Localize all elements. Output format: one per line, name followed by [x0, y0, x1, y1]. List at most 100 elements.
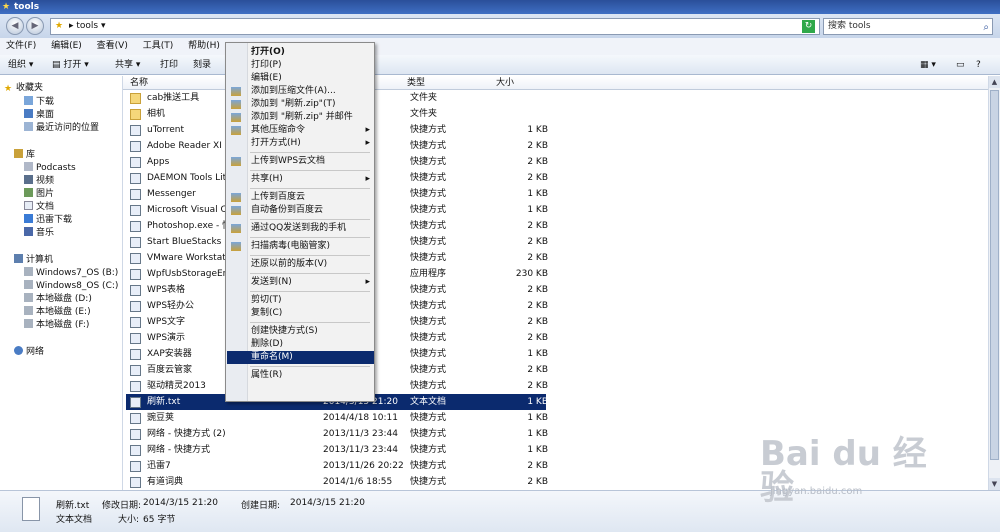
- burn-button[interactable]: 刻录: [193, 55, 211, 75]
- context-menu-item[interactable]: 自动备份到百度云: [227, 204, 374, 217]
- file-name: 豌豆荚: [147, 413, 175, 423]
- context-menu-item[interactable]: 扫描病毒(电脑管家): [227, 240, 374, 253]
- help-icon[interactable]: ?: [976, 55, 981, 75]
- file-date: 2014/1/6 18:55: [323, 477, 393, 487]
- context-menu-item[interactable]: 打开(O): [227, 46, 374, 59]
- file-size: 2 KB: [527, 285, 548, 295]
- file-icon: [130, 461, 141, 472]
- context-menu-item[interactable]: 添加到 "刷新.zip"(T): [227, 98, 374, 111]
- context-menu-item[interactable]: 发送到(N) ▸: [227, 276, 374, 289]
- file-type: 快捷方式: [410, 157, 447, 167]
- forward-button[interactable]: ▶: [26, 17, 44, 35]
- sidebar-item-drive-f[interactable]: 本地磁盘 (F:): [24, 319, 89, 332]
- search-input[interactable]: 搜索 tools ⌕: [823, 18, 993, 35]
- open-button[interactable]: ▤ 打开 ▾: [52, 55, 89, 75]
- sidebar-item-music[interactable]: 音乐: [24, 227, 54, 240]
- scroll-thumb[interactable]: [990, 90, 999, 460]
- vertical-scrollbar[interactable]: ▲ ▼: [988, 76, 1000, 490]
- context-menu-item[interactable]: 重命名(M): [227, 351, 374, 364]
- menu-item-label: 共享(H): [251, 174, 283, 184]
- context-menu-item[interactable]: 通过QQ发送到我的手机: [227, 222, 374, 235]
- menu-item-label: 打开方式(H): [251, 138, 301, 148]
- address-bar[interactable]: ★ ▸ tools ▾ ↻: [50, 18, 820, 35]
- sidebar-item-drive-c[interactable]: Windows8_OS (C:): [24, 280, 118, 293]
- preview-pane-icon[interactable]: ▭: [956, 55, 965, 75]
- sidebar-item-recent[interactable]: 最近访问的位置: [24, 122, 99, 135]
- file-name: Photoshop.exe - 快: [147, 221, 232, 231]
- favorites-star-icon: ★: [55, 21, 64, 31]
- back-button[interactable]: ◀: [6, 17, 24, 35]
- sidebar-item-videos[interactable]: 视频: [24, 175, 54, 188]
- context-menu: 打开(O) 打印(P) 编辑(E) 添加到压缩文件(A)... 添加到 "刷新.zip"…: [225, 42, 375, 402]
- menu-edit[interactable]: 编辑(E): [51, 38, 82, 55]
- file-type: 文件夹: [410, 93, 438, 103]
- file-name: 相机: [147, 109, 166, 119]
- menu-separator: [250, 237, 370, 238]
- sidebar-item-pictures[interactable]: 图片: [24, 188, 54, 201]
- share-button[interactable]: 共享 ▾: [115, 55, 140, 75]
- context-menu-item[interactable]: 属性(R): [227, 369, 374, 382]
- context-menu-item[interactable]: 添加到压缩文件(A)...: [227, 85, 374, 98]
- menu-view[interactable]: 查看(V): [97, 38, 128, 55]
- file-size: 1 KB: [527, 413, 548, 423]
- print-button[interactable]: 打印: [160, 55, 178, 75]
- sidebar-item-drive-b[interactable]: Windows7_OS (B:): [24, 267, 118, 280]
- sidebar-item-desktop[interactable]: 桌面: [24, 109, 54, 122]
- menu-item-label: 上传到百度云: [251, 192, 306, 202]
- sidebar-item-downloads[interactable]: 下载: [24, 96, 54, 109]
- sidebar-label: 下载: [36, 97, 55, 107]
- search-icon[interactable]: ⌕: [983, 20, 989, 35]
- context-menu-item[interactable]: 共享(H) ▸: [227, 173, 374, 186]
- sidebar-item-favorites[interactable]: ★ 收藏夹: [4, 82, 43, 95]
- context-menu-item[interactable]: 其他压缩命令 ▸: [227, 124, 374, 137]
- menu-tools[interactable]: 工具(T): [143, 38, 174, 55]
- sidebar-item-podcasts[interactable]: Podcasts: [24, 162, 76, 175]
- sidebar-label: 本地磁盘 (E:): [36, 307, 91, 317]
- star-icon: ★: [4, 84, 13, 94]
- star-icon: ★: [2, 2, 11, 12]
- sidebar-item-drive-e[interactable]: 本地磁盘 (E:): [24, 306, 91, 319]
- sidebar-item-drive-d[interactable]: 本地磁盘 (D:): [24, 293, 92, 306]
- file-icon: [130, 237, 141, 248]
- menu-separator: [250, 255, 370, 256]
- scroll-up-icon[interactable]: ▲: [989, 76, 1000, 88]
- scroll-down-icon[interactable]: ▼: [989, 478, 1000, 490]
- table-row[interactable]: 豌豆荚 2014/4/18 10:11 快捷方式 1 KB: [126, 410, 986, 426]
- context-menu-item[interactable]: 上传到百度云: [227, 191, 374, 204]
- context-menu-item[interactable]: 删除(D): [227, 338, 374, 351]
- context-menu-item[interactable]: 添加到 "刷新.zip" 并邮件: [227, 111, 374, 124]
- menu-file[interactable]: 文件(F): [6, 38, 36, 55]
- context-menu-item[interactable]: 上传到WPS云文档: [227, 155, 374, 168]
- context-menu-item[interactable]: 还原以前的版本(V): [227, 258, 374, 271]
- context-menu-item[interactable]: 打印(P): [227, 59, 374, 72]
- sidebar-label: 最近访问的位置: [36, 123, 100, 133]
- refresh-icon[interactable]: ↻: [802, 20, 815, 33]
- menu-separator: [250, 273, 370, 274]
- file-name: 百度云管家: [147, 365, 193, 375]
- sidebar-item-computer[interactable]: 计算机: [14, 254, 53, 267]
- menu-item-label: 发送到(N): [251, 277, 292, 287]
- view-options-icon[interactable]: ▦ ▾: [920, 55, 936, 75]
- menu-item-label: 属性(R): [251, 370, 283, 380]
- column-type[interactable]: 类型: [407, 76, 425, 90]
- menu-help[interactable]: 帮助(H): [188, 38, 220, 55]
- column-name[interactable]: 名称: [130, 76, 148, 90]
- sidebar-item-libraries[interactable]: 库: [14, 149, 35, 162]
- sidebar-item-thunder-downloads[interactable]: 迅雷下载: [24, 214, 72, 227]
- network-icon: [14, 346, 23, 355]
- file-size: 1 KB: [527, 349, 548, 359]
- column-size[interactable]: 大小: [496, 76, 514, 90]
- file-size: 2 KB: [527, 237, 548, 247]
- sidebar-item-documents[interactable]: 文档: [24, 201, 54, 214]
- organize-button[interactable]: 组织 ▾: [8, 55, 33, 75]
- context-menu-item[interactable]: 复制(C): [227, 307, 374, 320]
- chevron-down-icon[interactable]: ▾: [101, 21, 106, 31]
- menu-item-label: 通过QQ发送到我的手机: [251, 223, 347, 233]
- context-menu-item[interactable]: 剪切(T): [227, 294, 374, 307]
- computer-icon: [14, 254, 23, 263]
- context-menu-item[interactable]: 打开方式(H) ▸: [227, 137, 374, 150]
- context-menu-item[interactable]: 创建快捷方式(S): [227, 325, 374, 338]
- sidebar-item-network[interactable]: 网络: [14, 346, 44, 359]
- context-menu-item[interactable]: 编辑(E): [227, 72, 374, 85]
- file-date: 2013/11/3 23:44: [323, 445, 398, 455]
